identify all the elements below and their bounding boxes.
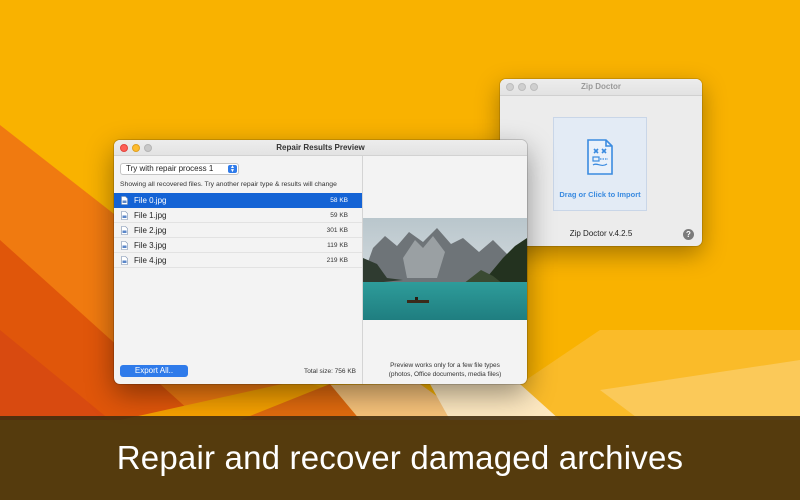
file-row-0[interactable]: File 0.jpg 58 KB [114, 193, 362, 208]
image-file-icon [121, 196, 128, 205]
repair-process-select[interactable]: Try with repair process 1 ▲ ▼ [120, 163, 239, 175]
preview-note-line2: (photos, Office documents, media files) [388, 371, 502, 378]
recovered-files-pane: Try with repair process 1 ▲ ▼ Showing all… [114, 156, 362, 384]
recovered-info-text: Showing all recovered files. Try another… [120, 181, 337, 188]
damaged-file-icon [587, 139, 613, 175]
image-file-icon [121, 241, 128, 250]
caption-text: Repair and recover damaged archives [116, 439, 684, 476]
file-name: File 1.jpg [134, 211, 167, 220]
updown-arrow-icon: ▲ ▼ [228, 165, 237, 174]
export-all-button[interactable]: Export All.. [120, 365, 188, 377]
image-preview [363, 218, 527, 320]
file-name: File 3.jpg [134, 241, 167, 250]
file-row-3[interactable]: File 3.jpg 119 KB [114, 238, 362, 253]
import-drop-label: Drag or Click to Import [559, 190, 641, 199]
file-name: File 0.jpg [134, 196, 167, 205]
file-size: 58 KB [330, 197, 348, 204]
preview-pane: Preview works only for a few file types … [363, 156, 527, 384]
window-title: Repair Results Preview [276, 143, 365, 152]
recovered-file-list: File 0.jpg 58 KB File 1.jpg 59 KB File 2… [114, 193, 362, 268]
file-size: 301 KB [326, 227, 348, 234]
file-row-4[interactable]: File 4.jpg 219 KB [114, 253, 362, 268]
file-name: File 4.jpg [134, 256, 167, 265]
image-file-icon [121, 226, 128, 235]
file-size: 219 KB [326, 257, 348, 264]
import-drop-zone[interactable]: Drag or Click to Import [553, 117, 647, 211]
version-label: Zip Doctor v.4.2.5 [569, 229, 633, 238]
file-size: 59 KB [330, 212, 348, 219]
preview-note-line1: Preview works only for a few file types [390, 362, 500, 369]
caption-banner: Repair and recover damaged archives [0, 416, 800, 500]
image-file-icon [121, 211, 128, 220]
zip-doctor-titlebar: Zip Doctor [500, 79, 702, 96]
repair-process-value: Try with repair process 1 [126, 164, 214, 173]
preview-note: Preview works only for a few file types … [363, 361, 527, 379]
repair-results-window: Repair Results Preview Try with repair p… [114, 140, 527, 384]
help-button[interactable]: ? [683, 229, 694, 240]
file-row-2[interactable]: File 2.jpg 301 KB [114, 223, 362, 238]
zip-doctor-window: Zip Doctor Drag or Click to Import Zip D… [500, 79, 702, 246]
image-file-icon [121, 256, 128, 265]
total-size-label: Total size: 756 KB [303, 368, 356, 375]
file-row-1[interactable]: File 1.jpg 59 KB [114, 208, 362, 223]
window-title: Zip Doctor [581, 82, 621, 91]
file-name: File 2.jpg [134, 226, 167, 235]
repair-results-titlebar: Repair Results Preview [114, 140, 527, 156]
file-size: 119 KB [327, 242, 348, 249]
